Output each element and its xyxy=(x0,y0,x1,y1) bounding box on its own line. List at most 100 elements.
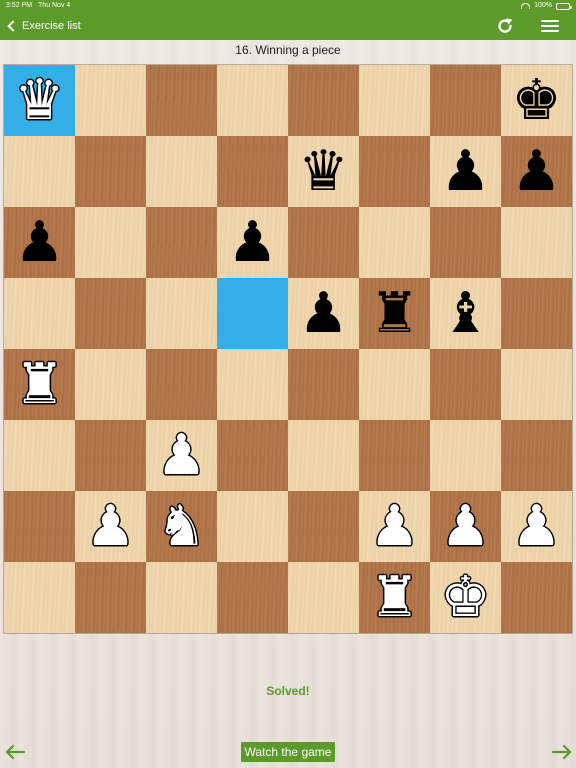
square-f5[interactable]: ♜ xyxy=(359,278,430,349)
square-f8[interactable] xyxy=(359,65,430,136)
white-knight-icon[interactable]: ♞ xyxy=(156,498,206,555)
square-h1[interactable] xyxy=(501,562,572,633)
square-d6[interactable]: ♟ xyxy=(217,207,288,278)
square-h3[interactable] xyxy=(501,420,572,491)
black-pawn-icon[interactable]: ♟ xyxy=(440,143,490,200)
square-g1[interactable]: ♚ xyxy=(430,562,501,633)
square-h6[interactable] xyxy=(501,207,572,278)
black-king-icon[interactable]: ♚ xyxy=(511,72,561,129)
square-b7[interactable] xyxy=(75,136,146,207)
square-e5[interactable]: ♟ xyxy=(288,278,359,349)
square-g8[interactable] xyxy=(430,65,501,136)
white-queen-icon[interactable]: ♛ xyxy=(14,72,64,129)
white-king-icon[interactable]: ♚ xyxy=(440,569,490,626)
square-g5[interactable]: ♝ xyxy=(430,278,501,349)
square-d1[interactable] xyxy=(217,562,288,633)
square-a8[interactable]: ♛ xyxy=(4,65,75,136)
back-button[interactable]: Exercise list xyxy=(6,12,81,40)
square-f6[interactable] xyxy=(359,207,430,278)
square-e3[interactable] xyxy=(288,420,359,491)
square-c2[interactable]: ♞ xyxy=(146,491,217,562)
status-date: Thu Nov 4 xyxy=(38,2,71,9)
square-c8[interactable] xyxy=(146,65,217,136)
square-e7[interactable]: ♛ xyxy=(288,136,359,207)
status-time: 3:52 PM xyxy=(6,2,33,9)
white-pawn-icon[interactable]: ♟ xyxy=(85,498,135,555)
square-c4[interactable] xyxy=(146,349,217,420)
white-pawn-icon[interactable]: ♟ xyxy=(511,498,561,555)
next-button[interactable] xyxy=(551,742,573,762)
battery-percent: 100% xyxy=(534,2,552,9)
square-g4[interactable] xyxy=(430,349,501,420)
square-h2[interactable]: ♟ xyxy=(501,491,572,562)
square-a5[interactable] xyxy=(4,278,75,349)
square-b1[interactable] xyxy=(75,562,146,633)
status-bar: 3:52 PM Thu Nov 4 100% xyxy=(0,0,576,12)
square-b3[interactable] xyxy=(75,420,146,491)
square-a3[interactable] xyxy=(4,420,75,491)
square-c6[interactable] xyxy=(146,207,217,278)
square-e4[interactable] xyxy=(288,349,359,420)
white-rook-icon[interactable]: ♜ xyxy=(369,569,419,626)
wifi-icon xyxy=(521,3,531,9)
square-d5[interactable] xyxy=(217,278,288,349)
square-e1[interactable] xyxy=(288,562,359,633)
square-a6[interactable]: ♟ xyxy=(4,207,75,278)
black-rook-icon[interactable]: ♜ xyxy=(369,285,419,342)
white-rook-icon[interactable]: ♜ xyxy=(14,356,64,413)
square-d4[interactable] xyxy=(217,349,288,420)
square-g6[interactable] xyxy=(430,207,501,278)
square-f4[interactable] xyxy=(359,349,430,420)
square-e8[interactable] xyxy=(288,65,359,136)
square-d2[interactable] xyxy=(217,491,288,562)
white-pawn-icon[interactable]: ♟ xyxy=(440,498,490,555)
refresh-icon xyxy=(498,18,513,33)
black-queen-icon[interactable]: ♛ xyxy=(298,143,348,200)
square-d8[interactable] xyxy=(217,65,288,136)
square-h7[interactable]: ♟ xyxy=(501,136,572,207)
black-pawn-icon[interactable]: ♟ xyxy=(511,143,561,200)
square-d7[interactable] xyxy=(217,136,288,207)
watch-game-button[interactable]: Watch the game xyxy=(241,742,335,762)
square-h4[interactable] xyxy=(501,349,572,420)
black-pawn-icon[interactable]: ♟ xyxy=(227,214,277,271)
square-b4[interactable] xyxy=(75,349,146,420)
square-a2[interactable] xyxy=(4,491,75,562)
square-e2[interactable] xyxy=(288,491,359,562)
square-g3[interactable] xyxy=(430,420,501,491)
square-c1[interactable] xyxy=(146,562,217,633)
black-pawn-icon[interactable]: ♟ xyxy=(14,214,64,271)
white-pawn-icon[interactable]: ♟ xyxy=(156,427,206,484)
square-c3[interactable]: ♟ xyxy=(146,420,217,491)
square-g7[interactable]: ♟ xyxy=(430,136,501,207)
exercise-title: 16. Winning a piece xyxy=(235,43,341,57)
square-d3[interactable] xyxy=(217,420,288,491)
black-bishop-icon[interactable]: ♝ xyxy=(440,285,490,342)
white-pawn-icon[interactable]: ♟ xyxy=(369,498,419,555)
nav-bar: Exercise list xyxy=(0,12,576,40)
square-b6[interactable] xyxy=(75,207,146,278)
black-pawn-icon[interactable]: ♟ xyxy=(298,285,348,342)
back-label: Exercise list xyxy=(22,20,81,32)
refresh-button[interactable] xyxy=(494,16,516,36)
arrow-right-icon xyxy=(551,744,572,760)
menu-button[interactable] xyxy=(538,16,562,36)
square-g2[interactable]: ♟ xyxy=(430,491,501,562)
square-h8[interactable]: ♚ xyxy=(501,65,572,136)
square-b5[interactable] xyxy=(75,278,146,349)
square-a4[interactable]: ♜ xyxy=(4,349,75,420)
square-c5[interactable] xyxy=(146,278,217,349)
square-b2[interactable]: ♟ xyxy=(75,491,146,562)
square-b8[interactable] xyxy=(75,65,146,136)
square-e6[interactable] xyxy=(288,207,359,278)
square-f7[interactable] xyxy=(359,136,430,207)
square-f3[interactable] xyxy=(359,420,430,491)
square-c7[interactable] xyxy=(146,136,217,207)
square-a1[interactable] xyxy=(4,562,75,633)
square-f2[interactable]: ♟ xyxy=(359,491,430,562)
chess-board: ♛ ♚ ♛ ♟ ♟ ♟ ♟ ♟ ♜ ♝ ♜ ♟ ♟ ♞ ♟ ♟ ♟ ♜ ♚ xyxy=(4,65,572,633)
square-a7[interactable] xyxy=(4,136,75,207)
previous-button[interactable] xyxy=(4,742,26,762)
square-f1[interactable]: ♜ xyxy=(359,562,430,633)
square-h5[interactable] xyxy=(501,278,572,349)
